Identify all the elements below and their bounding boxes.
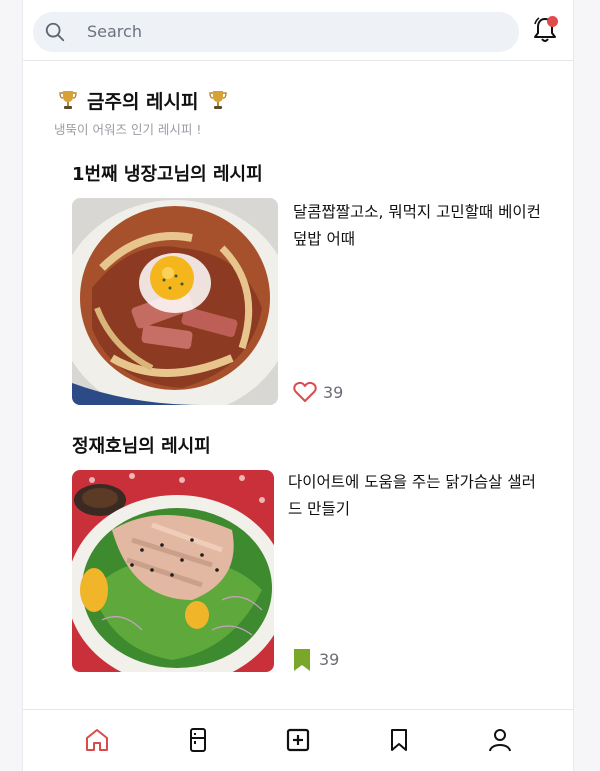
trophy-icon — [59, 91, 77, 109]
bottom-nav — [23, 709, 573, 771]
recipe-author-title: 1번째 냉장고님의 레시피 — [72, 164, 263, 185]
search-input[interactable]: Search — [33, 12, 519, 52]
trophy-icon — [208, 91, 227, 109]
recipe-description: 달콤짭짤고소, 뭐먹지 고민할때 베이컨 덮밥 어때 — [293, 203, 541, 248]
home-icon[interactable] — [84, 727, 110, 753]
add-icon[interactable] — [285, 727, 311, 753]
profile-icon[interactable] — [487, 727, 513, 753]
notification-badge — [547, 16, 558, 27]
bacon-rice-bowl-image — [72, 198, 278, 405]
bookmark-icon[interactable] — [386, 727, 412, 753]
heart-outline-icon[interactable] — [293, 381, 317, 403]
recipe-image[interactable] — [72, 198, 278, 405]
like-count: 39 — [323, 383, 344, 402]
search-placeholder: Search — [87, 22, 142, 41]
fridge-icon[interactable] — [185, 727, 211, 753]
page-title: 금주의 레시피 — [87, 90, 199, 113]
recipe-image[interactable] — [72, 470, 274, 672]
recipe-description: 다이어트에 도움을 주는 닭가슴살 샐러드 만들기 — [288, 473, 536, 518]
section-title: 금주의 레시피 — [58, 86, 228, 114]
bookmark-filled-icon[interactable] — [293, 648, 311, 672]
bookmark-count: 39 — [319, 650, 340, 669]
search-icon — [45, 22, 65, 42]
section-subtitle: 냉뚝이 어워즈 인기 레시피 ! — [54, 122, 202, 137]
top-header: Search — [23, 0, 573, 61]
recipe-author-title: 정재호님의 레시피 — [72, 436, 211, 457]
chicken-salad-image — [72, 470, 274, 672]
app-screen: Search 금주의 레시피 냉뚝이 어워즈 인기 레시피 ! 1번째 냉장고님… — [23, 0, 573, 771]
